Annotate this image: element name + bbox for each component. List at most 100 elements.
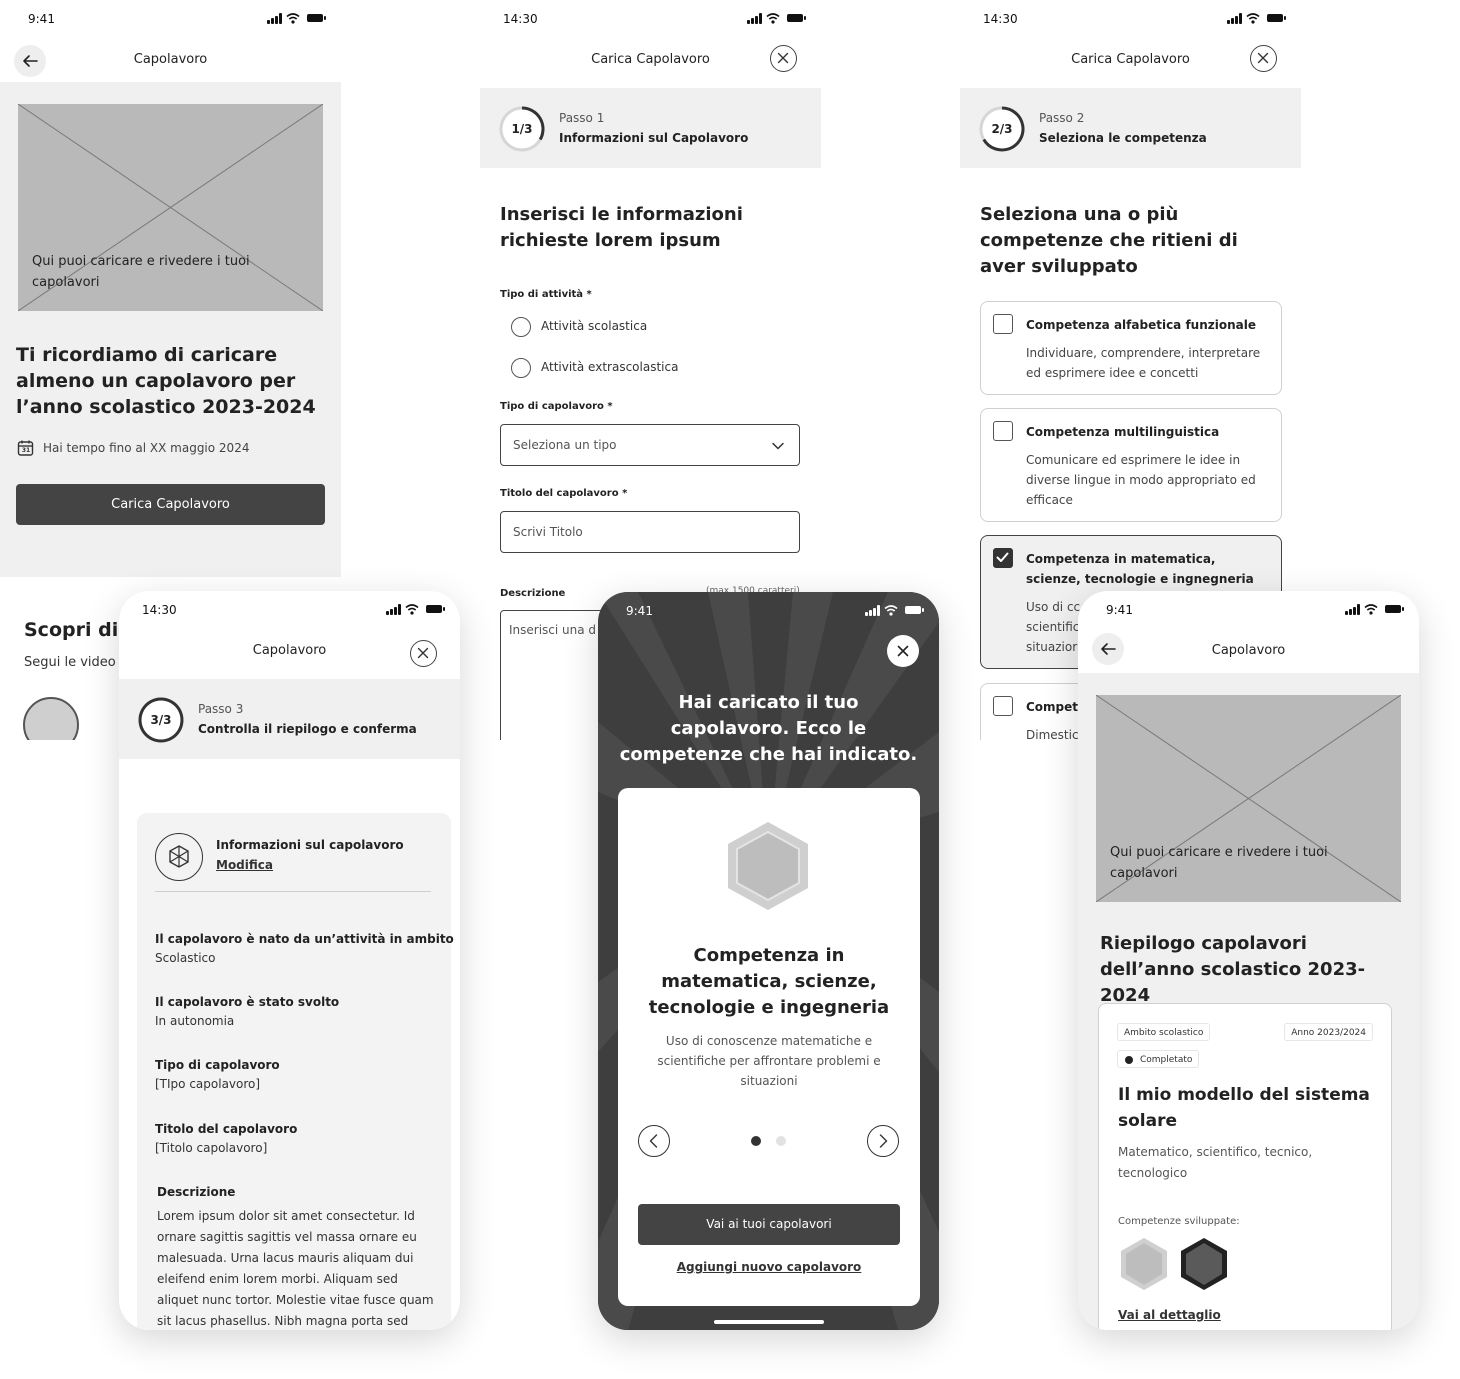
competence-badge-icon [728,822,808,910]
divider [155,891,431,892]
battery-icon [307,14,326,22]
form-heading: Inserisci le informazioni richieste lore… [500,204,743,251]
radio-scolastica[interactable] [511,317,531,337]
status-time: 14:30 [983,12,1018,26]
signal-bars-icon [865,605,880,616]
status-time: 14:30 [503,12,538,26]
reminder-heading: Ti ricordiamo di caricare almeno un capo… [16,344,316,418]
step-number: Passo 2 [1039,111,1085,125]
calendar-day: 31 [21,447,31,454]
close-button[interactable] [770,45,797,72]
summary-row-value: [Titolo capolavoro] [155,1141,268,1155]
detail-link[interactable]: Vai al dettaglio [1118,1308,1221,1322]
add-new-capolavoro-link[interactable]: Aggiungi nuovo capolavoro [638,1260,900,1274]
signal-bars-icon [747,13,762,24]
nav-bar: Capolavoro [0,40,341,80]
deadline-text: Hai tempo fino al XX maggio 2024 [43,441,250,455]
nav-bar: Capolavoro [119,631,460,671]
discover-subtitle: Segui le video [24,655,116,670]
status-time: 14:30 [142,603,177,617]
status-bar: 14:30 [960,0,1301,38]
battery-icon [1267,14,1286,22]
competence-card[interactable]: Competenza alfabetica funzionale Individ… [980,301,1282,395]
summary-row-value: [TIpo capolavoro] [155,1077,261,1091]
capolavoro-card[interactable]: Ambito scolastico Anno 2023/2024 Complet… [1098,1003,1392,1330]
placeholder-text: Qui puoi caricare e rivedere i tuoi capo… [1110,845,1328,881]
type-select-value: Seleziona un tipo [513,438,617,452]
home-indicator [714,1320,824,1324]
step-fraction: 1/3 [511,122,533,136]
step-progress-ring: 2/3 [978,105,1026,153]
close-button[interactable] [410,640,437,667]
image-placeholder: Qui puoi caricare e rivedere i tuoi capo… [1096,695,1401,902]
summary-row-label: Titolo del capolavoro [155,1122,298,1136]
competence-desc: Uso di cc scientific situazior [1026,600,1081,654]
wifi-icon [884,605,898,616]
summary-row: Tipo di capolavoro [TIpo capolavoro] [155,1058,280,1091]
competence-badge-light-icon [1121,1238,1167,1290]
competence-badge-dark-icon [1181,1238,1227,1290]
summary-row-label: Il capolavoro è stato svolto [155,995,340,1009]
competence-checkbox[interactable] [993,314,1013,334]
step-indicator: 3/3 Passo 3 Controlla il riepilogo e con… [119,679,460,759]
competence-title: Competenza multilinguistica [1026,425,1220,439]
title-label: Titolo del capolavoro * [500,488,628,499]
status-time: 9:41 [1106,603,1133,617]
description-label: Descrizione [500,588,566,599]
wifi-icon [286,13,300,24]
title-input[interactable]: Scrivi Titolo [500,511,800,553]
year-chip: Anno 2023/2024 [1284,1023,1373,1041]
close-icon [777,52,789,64]
status-bar: 9:41 [598,592,939,630]
summary-row-label: Il capolavoro è nato da un’attività in a… [155,932,454,946]
carousel-next-button[interactable] [867,1125,899,1157]
competence-checkbox[interactable] [993,696,1013,716]
video-thumbnail-avatar[interactable] [23,697,79,740]
go-to-capolavori-button[interactable]: Vai ai tuoi capolavori [638,1204,900,1245]
step-number: Passo 1 [559,111,605,125]
competence-desc: Comunicare ed esprimere le idee in diver… [1026,453,1256,507]
activity-type-label: Tipo di attività * [500,289,592,300]
type-select[interactable]: Seleziona un tipo [500,424,800,466]
competences-label: Competenze sviluppate: [1118,1216,1240,1227]
close-button[interactable] [1250,45,1277,72]
competence-title: Competenza in matematica, scienze, tecno… [1026,552,1254,586]
close-icon [897,645,909,657]
competence-card[interactable]: Competenza multilinguistica Comunicare e… [980,408,1282,522]
page-title: Capolavoro [1211,643,1286,658]
competence-checkbox[interactable] [993,421,1013,441]
carousel-dot-active[interactable] [751,1136,761,1146]
status-dot [1125,1056,1133,1064]
edit-link[interactable]: Modifica [216,858,273,872]
summary-row-value: Scolastico [155,951,216,965]
competence-card-desc: Uso di conoscenze matematiche e scientif… [657,1034,881,1088]
upload-button[interactable]: Carica Capolavoro [16,484,325,525]
radio-extrascolastica[interactable] [511,358,531,378]
signal-bars-icon [386,604,401,615]
step-fraction: 2/3 [991,122,1013,136]
signal-bars-icon [1345,604,1360,615]
competence-desc: Individuare, comprendere, interpretare e… [1026,346,1261,380]
carousel-prev-button[interactable] [638,1125,670,1157]
close-icon [417,647,429,659]
step-title: Controlla il riepilogo e conferma [198,722,417,736]
summary-section-title: Informazioni sul capolavoro [216,838,404,852]
screen-capolavori-recap: 9:41 Capolavoro Qui puoi caricare e rive… [1078,591,1419,1330]
type-label: Tipo di capolavoro * [500,401,613,412]
step-title: Seleziona le competenza [1039,131,1207,145]
close-button[interactable] [887,635,919,667]
summary-row: Il capolavoro è nato da un’attività in a… [155,932,454,965]
nav-bar: Capolavoro [1078,631,1419,671]
screen-upload-success: 9:41 Hai caricato il tuo capolavoro. Ecc… [598,592,939,1330]
battery-icon [1385,605,1404,613]
title-input-placeholder: Scrivi Titolo [513,525,583,539]
step-progress-ring: 1/3 [498,105,546,153]
wifi-icon [766,13,780,24]
nav-bar: Carica Capolavoro [480,40,821,80]
competence-checkbox-checked[interactable] [993,548,1013,568]
recap-heading: Riepilogo capolavori dell’anno scolastic… [1100,933,1366,1006]
step-fraction: 3/3 [150,713,172,727]
status-time: 9:41 [28,12,55,26]
carousel-dot[interactable] [776,1136,786,1146]
status-badge: Completato [1117,1050,1200,1068]
